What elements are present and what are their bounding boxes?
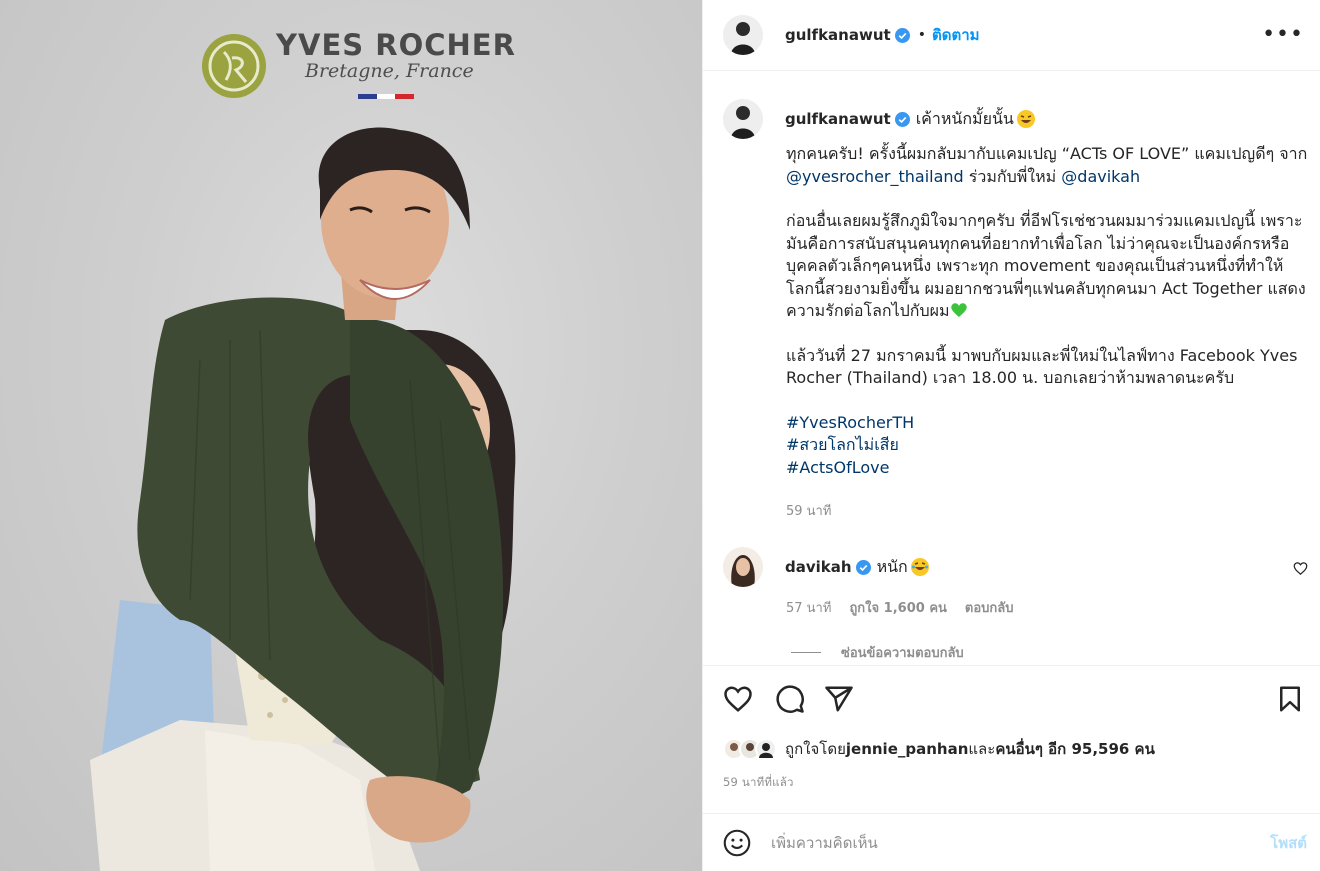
brand-logo-icon (202, 34, 266, 98)
emoji-picker-icon[interactable] (723, 829, 751, 857)
comment-input[interactable]: เพิ่มความคิดเห็น (771, 831, 1270, 855)
caption-paragraph-2: ก่อนอื่นเลยผมรู้สึกภูมิใจมากๆครับ ที่อีฟ… (786, 210, 1311, 323)
verified-badge-icon (855, 559, 871, 575)
comment-text: หนัก (876, 556, 908, 576)
add-comment-bar: เพิ่มความคิดเห็น โพสต์ (703, 813, 1320, 871)
photo-illustration (90, 34, 516, 871)
post-comment-button[interactable]: โพสต์ (1270, 831, 1307, 855)
divider-line (791, 652, 821, 653)
header-separator: • (917, 27, 926, 43)
like-comment-heart-icon[interactable] (1293, 561, 1308, 576)
french-flag-icon (358, 94, 415, 99)
likes-mid: และ (968, 740, 996, 758)
liker-username[interactable]: jennie_panhan (846, 740, 969, 758)
rofl-emoji-icon (1016, 110, 1035, 128)
hide-replies-label: ซ่อนข้อความตอบกลับ (841, 646, 964, 661)
share-icon[interactable] (824, 684, 854, 714)
verified-badge-icon (894, 111, 910, 127)
comment-item: davikah หนัก 57 นาที ถูกใจ 1,600 คน ตอบก… (723, 547, 1308, 663)
likes-summary[interactable]: ถูกใจโดย jennie_panhan และ คนอื่นๆ อีก 9… (723, 737, 1155, 761)
comment-timestamp[interactable]: 57 นาที (786, 597, 831, 618)
follow-button[interactable]: ติดตาม (932, 23, 980, 47)
caption-text-1b: ร่วมกับพี่ใหม่ (963, 166, 1062, 186)
caption-text-2: ก่อนอื่นเลยผมรู้สึกภูมิใจมากๆครับ ที่อีฟ… (786, 211, 1306, 320)
more-options-icon[interactable]: ••• (1262, 22, 1304, 47)
hashtag-link[interactable]: #สวยโลกไม่เสีย (786, 434, 1311, 457)
commenter-avatar[interactable] (723, 547, 763, 587)
caption-header: gulfkanawut เค้าหนักมั้ยนั้น (723, 99, 1036, 139)
commenter-username[interactable]: davikah (785, 558, 852, 576)
hashtag-list: #YvesRocherTH #สวยโลกไม่เสีย #ActsOfLove (786, 412, 1311, 480)
post-header: gulfkanawut • ติดตาม ••• (703, 0, 1320, 71)
liker-avatars (723, 738, 777, 760)
green-heart-emoji-icon (950, 303, 967, 317)
caption-text-1a: ทุกคนครับ! ครั้งนี้ผมกลับมากับแคมเปญ “AC… (786, 144, 1308, 163)
caption-timestamp[interactable]: 59 นาที (786, 501, 1311, 524)
heart-icon[interactable] (723, 684, 753, 714)
brand-logo-text: YVES ROCHER (276, 28, 516, 62)
post-photo[interactable]: YVES ROCHER Bretagne, France (0, 0, 702, 871)
mention-link[interactable]: @yvesrocher_thailand (786, 167, 964, 186)
comments-area[interactable]: gulfkanawut เค้าหนักมั้ยนั้น ทุกคนครับ! … (703, 71, 1320, 665)
likes-prefix: ถูกใจโดย (785, 740, 846, 758)
bookmark-icon[interactable] (1275, 684, 1305, 714)
verified-badge-icon (894, 27, 910, 43)
likes-others[interactable]: คนอื่นๆ อีก 95,596 คน (995, 737, 1155, 761)
mention-link[interactable]: @davikah (1061, 167, 1140, 186)
caption-avatar[interactable] (723, 99, 763, 139)
avatar (755, 738, 777, 760)
caption-intro: เค้าหนักมั้ยนั้น (915, 108, 1014, 128)
hashtag-link[interactable]: #ActsOfLove (786, 457, 1311, 480)
brand-tagline: Bretagne, France (305, 60, 474, 82)
action-bar: ถูกใจโดย jennie_panhan และ คนอื่นๆ อีก 9… (703, 665, 1320, 813)
comment-icon[interactable] (775, 684, 805, 714)
avatar[interactable] (723, 15, 763, 55)
caption-username[interactable]: gulfkanawut (785, 110, 891, 128)
post-side-panel: gulfkanawut • ติดตาม ••• gulfkanawut เค้… (702, 0, 1320, 871)
laughing-emoji-icon (910, 558, 929, 576)
caption-paragraph-3: แล้ววันที่ 27 มกราคมนี้ มาพบกับผมและพี่ใ… (786, 345, 1298, 388)
header-username[interactable]: gulfkanawut (785, 26, 891, 44)
caption-body: ทุกคนครับ! ครั้งนี้ผมกลับมากับแคมเปญ “AC… (786, 143, 1311, 524)
hide-replies-button[interactable]: ซ่อนข้อความตอบกลับ (791, 642, 1308, 663)
hashtag-link[interactable]: #YvesRocherTH (786, 412, 1311, 435)
comment-likes[interactable]: ถูกใจ 1,600 คน (849, 597, 946, 618)
comment-meta: 57 นาที ถูกใจ 1,600 คน ตอบกลับ (786, 597, 1308, 618)
post-timestamp[interactable]: 59 นาทีที่แล้ว (723, 774, 794, 792)
reply-button[interactable]: ตอบกลับ (965, 597, 1014, 618)
caption-paragraph-1: ทุกคนครับ! ครั้งนี้ผมกลับมากับแคมเปญ “AC… (786, 143, 1311, 188)
